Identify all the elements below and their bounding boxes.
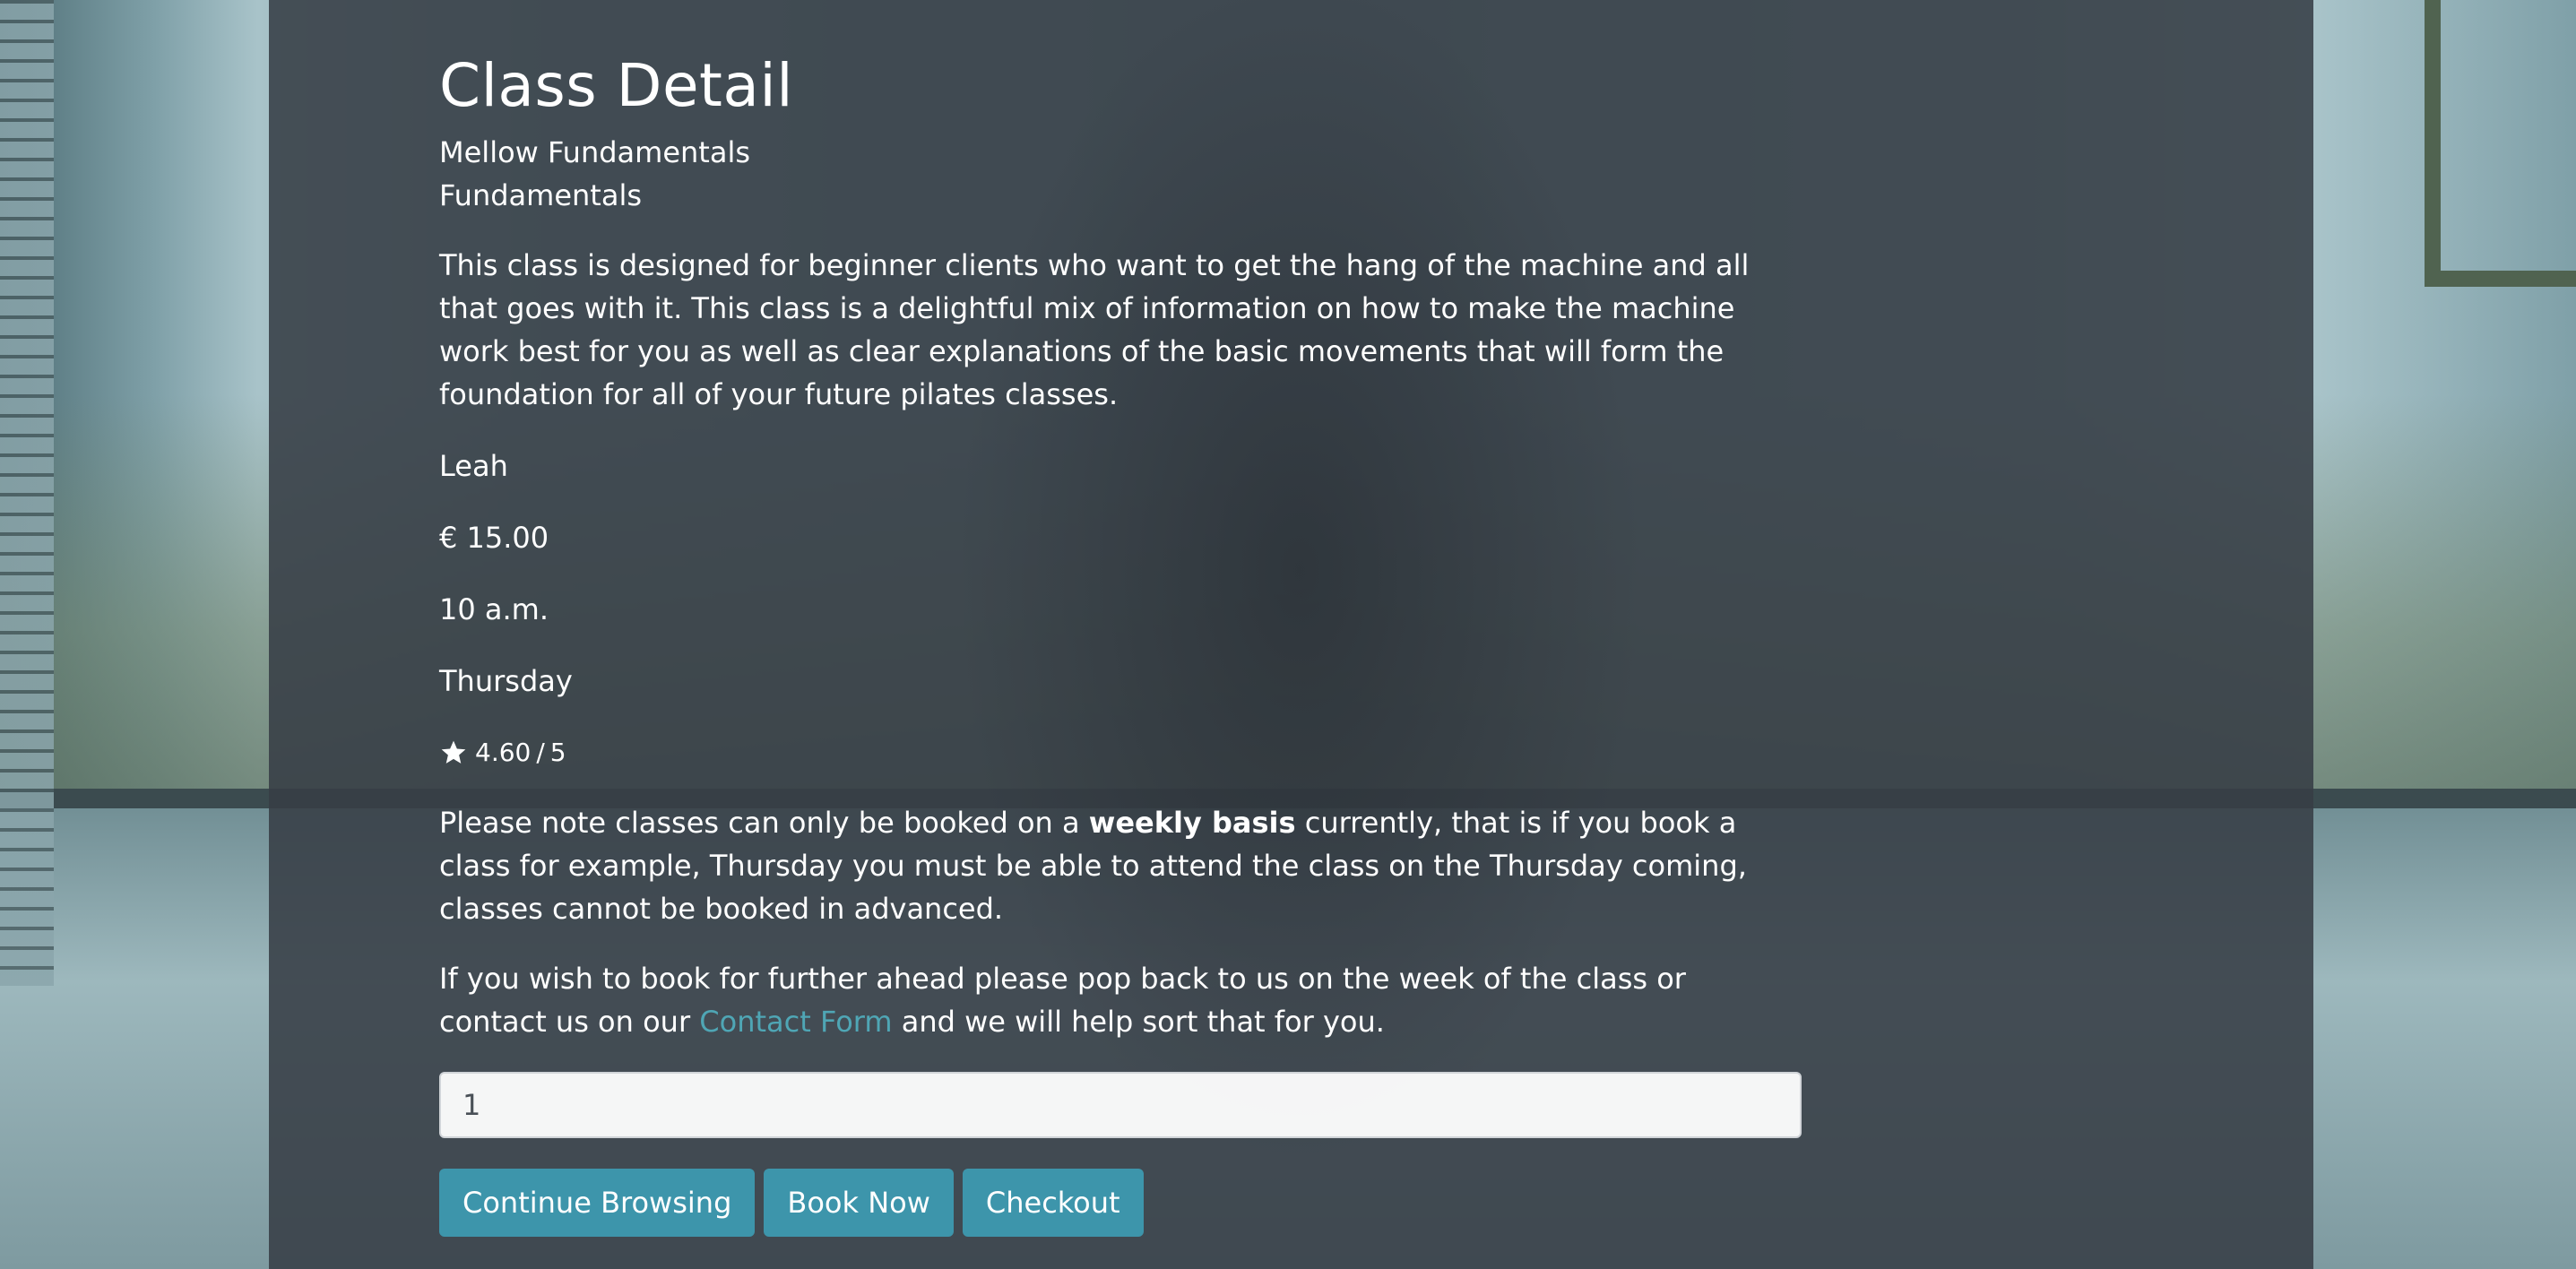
class-description: This class is designed for beginner clie… — [439, 248, 1750, 411]
rating-max: 5 — [549, 738, 566, 767]
rating-separator: / — [536, 738, 545, 767]
star-icon — [441, 740, 466, 764]
class-instructor: Leah — [439, 449, 508, 483]
class-day: Thursday — [439, 664, 573, 698]
booking-note-emphasis: weekly basis — [1088, 806, 1296, 840]
contact-form-link[interactable]: Contact Form — [699, 1005, 892, 1039]
class-category: Fundamentals — [439, 178, 642, 212]
background-window-right — [2425, 0, 2576, 287]
background-window-left — [0, 0, 54, 986]
quantity-input[interactable]: 1 — [439, 1072, 1802, 1138]
class-name: Mellow Fundamentals — [439, 135, 750, 169]
book-now-button[interactable]: Book Now — [764, 1169, 954, 1237]
class-time: 10 a.m. — [439, 592, 549, 626]
class-rating: 4.60 / 5 — [439, 731, 1802, 774]
booking-note-text: Please note classes can only be booked o… — [439, 806, 1089, 840]
continue-browsing-button[interactable]: Continue Browsing — [439, 1169, 756, 1237]
class-detail-content: Class Detail Mellow Fundamentals Fundame… — [439, 45, 1802, 1237]
class-price: € 15.00 — [439, 521, 549, 555]
quantity-value: 1 — [462, 1088, 481, 1122]
action-buttons: Continue Browsing Book Now Checkout — [439, 1169, 1802, 1237]
booking-note: Please note classes can only be booked o… — [439, 801, 1802, 930]
class-names: Mellow Fundamentals Fundamentals — [439, 131, 1802, 217]
rating-value: 4.60 — [475, 738, 532, 767]
checkout-button[interactable]: Checkout — [962, 1169, 1144, 1237]
further-note-text-end: and we will help sort that for you. — [892, 1005, 1385, 1039]
further-booking-note: If you wish to book for further ahead pl… — [439, 957, 1802, 1043]
page-title: Class Detail — [439, 51, 794, 120]
